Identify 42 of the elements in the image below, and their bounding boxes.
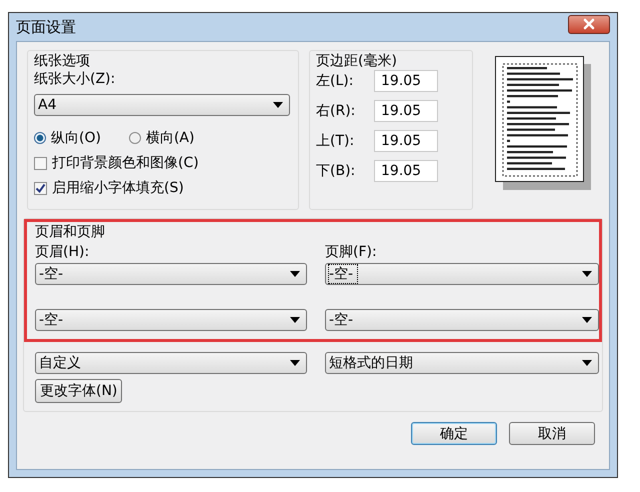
margin-input[interactable]: 19.05 xyxy=(374,70,438,92)
checkbox[interactable] xyxy=(34,156,47,170)
checkbox-label: 启用缩小字体填充(S) xyxy=(52,179,184,198)
field-label: 纸张大小(Z): xyxy=(34,70,116,88)
caret-icon xyxy=(290,360,300,366)
header-select[interactable]: 自定义 xyxy=(35,352,307,374)
dialog-button[interactable]: 确定 xyxy=(411,422,497,445)
window-title: 页面设置 xyxy=(16,18,76,36)
radio-label: 横向(A) xyxy=(146,129,194,148)
margin-input[interactable]: 19.05 xyxy=(374,100,438,122)
field-label: 页脚(F): xyxy=(325,243,378,262)
dialog-button[interactable]: 取消 xyxy=(509,422,595,445)
caret-icon xyxy=(290,317,300,323)
caret-icon xyxy=(582,317,592,323)
close-icon xyxy=(582,18,596,30)
footer-select[interactable]: 短格式的日期 xyxy=(325,352,599,374)
margin-input[interactable]: 19.05 xyxy=(374,160,438,182)
caret-icon xyxy=(273,102,283,108)
footer-select[interactable]: -空- xyxy=(325,309,599,331)
group-label: 纸张选项 xyxy=(34,53,90,70)
group-label: 页边距(毫米) xyxy=(316,53,397,70)
radio-button[interactable] xyxy=(34,132,46,144)
field-label: 上(T): xyxy=(316,132,356,150)
margin-input[interactable]: 19.05 xyxy=(374,130,438,152)
radio-button[interactable] xyxy=(128,132,141,144)
field-label: 左(L): xyxy=(316,72,354,90)
checkbox-label: 打印背景颜色和图像(C) xyxy=(52,154,199,173)
caret-icon xyxy=(582,360,592,366)
header-select[interactable]: -空- xyxy=(35,263,307,285)
group-label: 页眉和页脚 xyxy=(35,224,106,241)
field-label: 下(B): xyxy=(316,162,356,180)
change-font-button[interactable]: 更改字体(N) xyxy=(35,379,122,403)
caret-icon xyxy=(582,271,592,277)
footer-select[interactable]: -空- xyxy=(325,263,599,285)
close-button[interactable] xyxy=(568,14,610,34)
paper-size-select[interactable]: A4 xyxy=(34,94,290,116)
field-label: 页眉(H): xyxy=(35,243,90,262)
field-label: 右(R): xyxy=(316,102,356,120)
radio-label: 纵向(O) xyxy=(51,129,101,148)
checkbox[interactable] xyxy=(34,182,47,194)
header-select[interactable]: -空- xyxy=(35,309,307,331)
caret-icon xyxy=(290,271,300,277)
